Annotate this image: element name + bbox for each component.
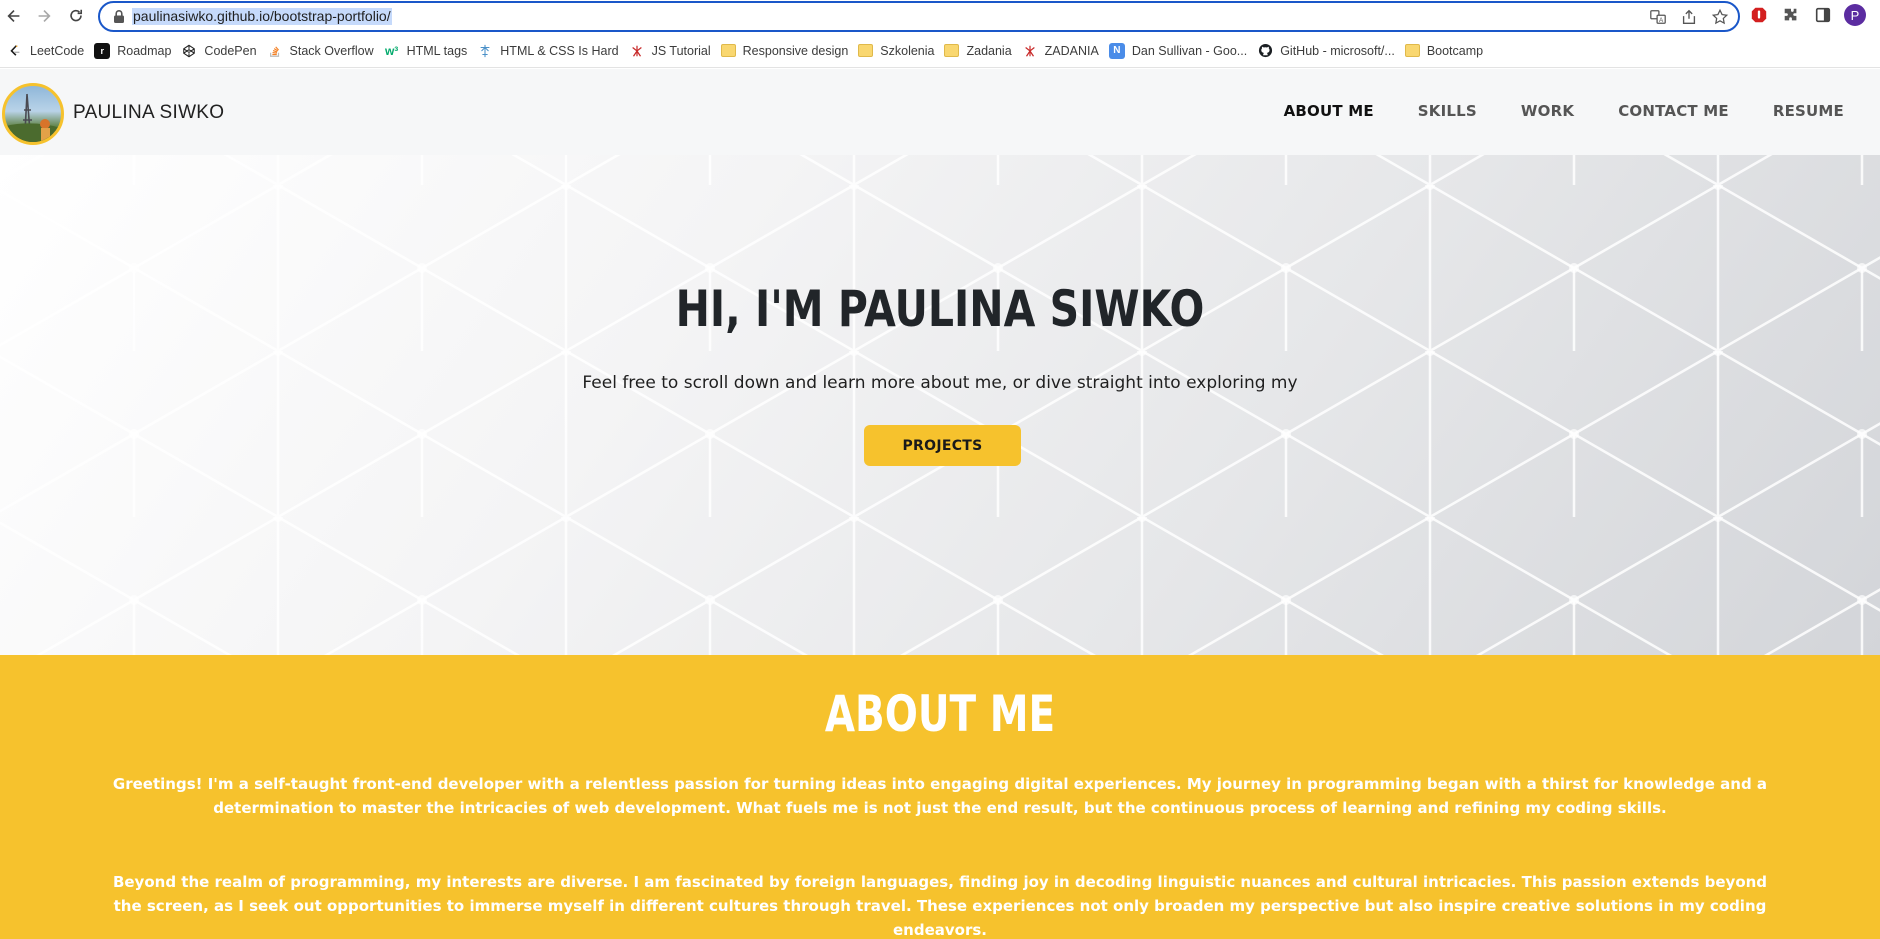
bookmark-js-tutorial[interactable]: JS Tutorial bbox=[627, 38, 719, 64]
site-navbar: PAULINA SIWKO ABOUT ME SKILLS WORK CONTA… bbox=[0, 69, 1880, 155]
bookmarks-bar: LeetCode r Roadmap CodePen Stack Overflow… bbox=[0, 34, 1880, 68]
reload-icon bbox=[70, 9, 83, 22]
arrow-right-icon bbox=[38, 10, 51, 22]
bookmark-stack-overflow[interactable]: Stack Overflow bbox=[265, 38, 382, 64]
bookmark-html-tags[interactable]: w³ HTML tags bbox=[382, 38, 476, 64]
lock-icon bbox=[114, 10, 124, 23]
codepen-icon bbox=[181, 43, 197, 59]
bookmark-responsive-design[interactable]: Responsive design bbox=[719, 38, 857, 64]
url-text[interactable]: paulinasiwko.github.io/bootstrap-portfol… bbox=[132, 8, 392, 25]
translate-icon[interactable]: A bbox=[1648, 7, 1668, 27]
star-icon[interactable] bbox=[1710, 7, 1730, 27]
hex-pattern-background bbox=[0, 155, 1880, 655]
hero-title: HI, I'M PAULINA SIWKO bbox=[675, 280, 1205, 338]
brand-name[interactable]: PAULINA SIWKO bbox=[73, 102, 224, 124]
zadania-icon bbox=[1022, 43, 1038, 59]
projects-button[interactable]: PROJECTS bbox=[864, 425, 1021, 466]
folder-icon bbox=[858, 44, 874, 57]
reload-button[interactable] bbox=[64, 4, 88, 28]
bookmark-dan-sullivan[interactable]: N Dan Sullivan - Goo... bbox=[1107, 38, 1255, 64]
roadmap-icon: r bbox=[94, 42, 111, 59]
nav-skills[interactable]: SKILLS bbox=[1418, 102, 1477, 120]
folder-icon bbox=[720, 44, 736, 57]
js-tutorial-icon bbox=[629, 43, 645, 59]
bookmark-bootcamp[interactable]: Bootcamp bbox=[1403, 38, 1491, 64]
about-paragraph-1: Greetings! I'm a self-taught front-end d… bbox=[112, 775, 1768, 817]
hero-subtitle: Feel free to scroll down and learn more … bbox=[582, 373, 1298, 393]
folder-icon bbox=[944, 44, 960, 57]
about-section: ABOUT ME Greetings! I'm a self-taught fr… bbox=[0, 655, 1880, 939]
bookmark-szkolenia[interactable]: Szkolenia bbox=[856, 38, 942, 64]
bookmark-roadmap[interactable]: r Roadmap bbox=[92, 38, 179, 64]
nav-resume[interactable]: RESUME bbox=[1773, 102, 1844, 120]
nav-about-me[interactable]: ABOUT ME bbox=[1284, 102, 1374, 120]
folder-icon bbox=[1404, 44, 1420, 57]
eiffel-tower-photo bbox=[5, 93, 61, 142]
address-bar[interactable]: paulinasiwko.github.io/bootstrap-portfol… bbox=[98, 1, 1740, 32]
bookmark-html-css-is-hard[interactable]: HTML & CSS Is Hard bbox=[475, 38, 626, 64]
back-button[interactable] bbox=[2, 4, 26, 28]
hero-section: HI, I'M PAULINA SIWKO Feel free to scrol… bbox=[0, 155, 1880, 655]
about-title: ABOUT ME bbox=[824, 685, 1056, 743]
stackoverflow-icon bbox=[267, 43, 283, 59]
nav-work[interactable]: WORK bbox=[1521, 102, 1574, 120]
arrow-left-icon bbox=[7, 10, 20, 22]
brand-avatar[interactable] bbox=[2, 83, 64, 145]
github-icon bbox=[1257, 43, 1273, 59]
forward-button[interactable] bbox=[32, 4, 56, 28]
leetcode-icon bbox=[7, 43, 23, 59]
bookmark-zadania[interactable]: ZADANIA bbox=[1020, 38, 1107, 64]
main-menu: ABOUT ME SKILLS WORK CONTACT ME RESUME bbox=[1284, 102, 1880, 120]
profile-avatar[interactable]: P bbox=[1844, 3, 1866, 27]
bookmark-leetcode[interactable]: LeetCode bbox=[5, 38, 92, 64]
about-paragraph-2: Beyond the realm of programming, my inte… bbox=[112, 873, 1768, 939]
html-css-is-hard-icon bbox=[477, 43, 493, 59]
browser-toolbar: paulinasiwko.github.io/bootstrap-portfol… bbox=[0, 0, 1880, 32]
notion-icon: N bbox=[1108, 42, 1125, 59]
w3schools-icon: w³ bbox=[384, 43, 399, 58]
extensions-puzzle-icon[interactable] bbox=[1780, 3, 1802, 27]
adblock-extension-icon[interactable] bbox=[1748, 3, 1770, 27]
share-icon[interactable] bbox=[1679, 7, 1699, 27]
bookmark-github-microsoft[interactable]: GitHub - microsoft/... bbox=[1255, 38, 1403, 64]
nav-contact-me[interactable]: CONTACT ME bbox=[1618, 102, 1729, 120]
bookmark-codepen[interactable]: CodePen bbox=[179, 38, 264, 64]
side-panel-icon[interactable] bbox=[1812, 3, 1834, 27]
bookmark-zadania-folder[interactable]: Zadania bbox=[942, 38, 1019, 64]
